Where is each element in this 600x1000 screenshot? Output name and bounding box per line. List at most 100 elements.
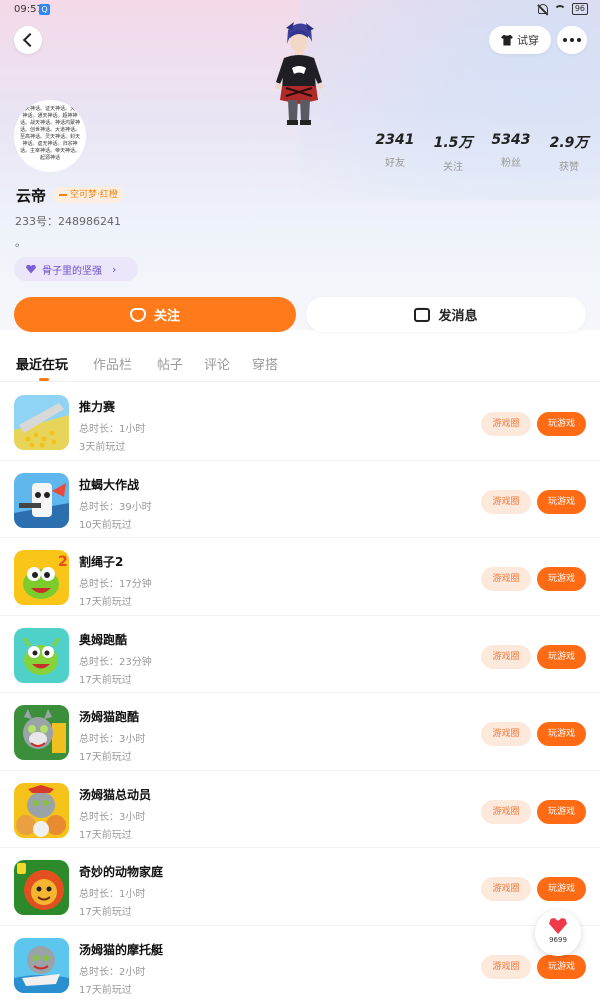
game-circle-button[interactable]: 游戏圈 [481, 412, 531, 436]
game-last-played: 17天前玩过 [79, 907, 132, 918]
game-thumbnail[interactable] [14, 627, 69, 683]
game-circle-button[interactable]: 游戏圈 [481, 799, 531, 824]
game-name: 汤姆猫总动员 [79, 787, 152, 802]
username: 云帝 [16, 187, 47, 205]
game-name: 割绳子2 [79, 555, 124, 569]
avatar-character-figure[interactable] [268, 20, 330, 125]
game-row[interactable]: 汤姆猫总动员 总时长：3小时 17天前玩过 游戏圈 玩游戏 [0, 771, 600, 848]
play-game-button[interactable]: 玩游戏 [537, 799, 586, 824]
play-game-button[interactable]: 玩游戏 [537, 877, 586, 901]
play-game-button[interactable]: 玩游戏 [537, 954, 586, 979]
tab-outfits[interactable]: 穿搭 [252, 354, 278, 373]
play-game-button[interactable]: 玩游戏 [537, 722, 586, 746]
game-circle-button[interactable]: 游戏圈 [481, 954, 531, 979]
game-row[interactable]: 奥姆跑酷 总时长：23分钟 17天前玩过 游戏圈 玩游戏 [0, 616, 600, 693]
game-duration: 总时长：1小时 [79, 424, 146, 435]
stat-friends[interactable]: 2341 好友 [366, 132, 424, 173]
game-thumbnail[interactable] [14, 860, 69, 915]
game-row[interactable]: 汤姆猫的摩托艇 总时长：2小时 17天前玩过 游戏圈 玩游戏 [0, 926, 600, 1000]
game-name: 汤姆猫的摩托艇 [79, 942, 164, 957]
signature: 。 [15, 236, 26, 249]
game-circle-button[interactable]: 游戏圈 [481, 644, 531, 669]
game-duration: 总时长：3小时 [79, 734, 146, 745]
battery-icon: 96 [571, 3, 588, 15]
tab-works[interactable]: 作品栏 [93, 354, 132, 373]
heart-plus-icon [129, 307, 146, 322]
game-last-played: 17天前玩过 [79, 597, 132, 608]
stat-value: 5343 [491, 132, 531, 148]
recent-games-list: 推力赛 总时长：1小时 3天前玩过 游戏圈 玩游戏 拉蝎大作战 总时长：39小时… [0, 383, 600, 1000]
game-row[interactable]: 推力赛 总时长：1小时 3天前玩过 游戏圈 玩游戏 [0, 383, 600, 461]
stat-label: 获赞 [559, 162, 579, 173]
play-game-button[interactable]: 玩游戏 [537, 567, 586, 591]
level-badge[interactable]: 空可梦·红橙 [53, 187, 124, 203]
game-duration: 总时长：17分钟 [79, 579, 152, 590]
chevron-right-icon: › [112, 262, 117, 276]
tab-comments[interactable]: 评论 [204, 354, 230, 373]
send-message-label: 发消息 [438, 309, 478, 324]
game-duration: 总时长：3小时 [79, 811, 146, 823]
mute-icon [537, 4, 548, 14]
stat-following[interactable]: 1.5万 关注 [424, 132, 482, 173]
game-row[interactable]: 汤姆猫跑酷 总时长：3小时 17天前玩过 游戏圈 玩游戏 [0, 693, 600, 771]
avatar[interactable]: 虎天神话。证天神话。天道神话。通天神话。超神神话。战天神话。神话鸿蒙神话。创世神… [14, 100, 86, 172]
follow-button[interactable]: 关注 [14, 297, 296, 332]
stat-value: 2341 [375, 132, 415, 148]
game-name: 奇妙的动物家庭 [79, 865, 164, 879]
game-name: 拉蝎大作战 [79, 477, 140, 492]
shirt-icon [501, 34, 513, 46]
game-circle-button[interactable]: 游戏圈 [481, 722, 531, 746]
game-last-played: 3天前玩过 [79, 442, 126, 453]
wifi-icon [553, 4, 566, 14]
game-duration: 总时长：1小时 [79, 889, 146, 900]
game-thumbnail[interactable] [14, 782, 69, 838]
game-name: 推力赛 [79, 400, 116, 414]
send-message-button[interactable]: 发消息 [306, 297, 586, 332]
play-game-button[interactable]: 玩游戏 [537, 489, 586, 514]
floating-like-button[interactable]: 9699 [535, 910, 581, 956]
try-on-label: 试穿 [517, 34, 539, 47]
game-row[interactable]: 拉蝎大作战 总时长：39小时 10天前玩过 游戏圈 玩游戏 [0, 461, 600, 538]
stat-fans[interactable]: 5343 粉丝 [482, 132, 540, 173]
personality-tag-label: 骨子里的坚强 [42, 265, 102, 277]
game-name: 汤姆猫跑酷 [79, 710, 140, 724]
try-on-button[interactable]: 试穿 [489, 26, 551, 54]
like-count: 9699 [549, 936, 567, 944]
tab-posts[interactable]: 帖子 [157, 354, 183, 373]
game-thumbnail[interactable] [14, 705, 69, 760]
game-thumbnail[interactable]: 2 [14, 550, 69, 605]
app-notification-icon: Q [39, 4, 50, 15]
game-last-played: 17天前玩过 [79, 752, 132, 763]
play-game-button[interactable]: 玩游戏 [537, 644, 586, 669]
game-duration: 总时长：2小时 [79, 966, 146, 978]
game-row[interactable]: 奇妙的动物家庭 总时长：1小时 17天前玩过 游戏圈 玩游戏 [0, 848, 600, 926]
back-button[interactable] [14, 26, 42, 54]
status-bar: 09:57 Q 96 [0, 0, 600, 22]
stat-label: 好友 [385, 158, 405, 169]
game-circle-button[interactable]: 游戏圈 [481, 489, 531, 514]
profile-tabs: 最近在玩 作品栏 帖子 评论 穿搭 [0, 342, 600, 382]
heart-icon [26, 264, 36, 274]
game-thumbnail[interactable] [14, 395, 69, 450]
more-options-button[interactable] [557, 26, 587, 54]
stat-label: 关注 [443, 162, 463, 173]
avatar-text: 虎天神话。证天神话。天道神话。通天神话。超神神话。战天神话。神话鸿蒙神话。创世神… [20, 106, 81, 161]
more-dot [563, 38, 567, 42]
tab-recently-played[interactable]: 最近在玩 [16, 354, 68, 373]
svg-text:2: 2 [58, 554, 68, 570]
badge-dash-icon [59, 194, 67, 196]
profile-stats: 2341 好友 1.5万 关注 5343 粉丝 2.9万 获赞 [360, 132, 600, 173]
game-thumbnail[interactable] [14, 472, 69, 528]
stat-likes[interactable]: 2.9万 获赞 [540, 132, 598, 173]
active-tab-indicator [39, 378, 49, 381]
game-row[interactable]: 2 割绳子2 总时长：17分钟 17天前玩过 游戏圈 玩游戏 [0, 538, 600, 616]
game-circle-button[interactable]: 游戏圈 [481, 567, 531, 591]
game-circle-button[interactable]: 游戏圈 [481, 877, 531, 901]
level-badge-label: 空可梦·红橙 [70, 190, 118, 200]
play-game-button[interactable]: 玩游戏 [537, 412, 586, 436]
game-thumbnail[interactable] [14, 937, 69, 993]
personality-tag[interactable]: 骨子里的坚强 › [14, 257, 138, 281]
stat-label: 粉丝 [501, 158, 521, 169]
follow-label: 关注 [153, 309, 180, 324]
game-last-played: 17天前玩过 [79, 829, 132, 841]
